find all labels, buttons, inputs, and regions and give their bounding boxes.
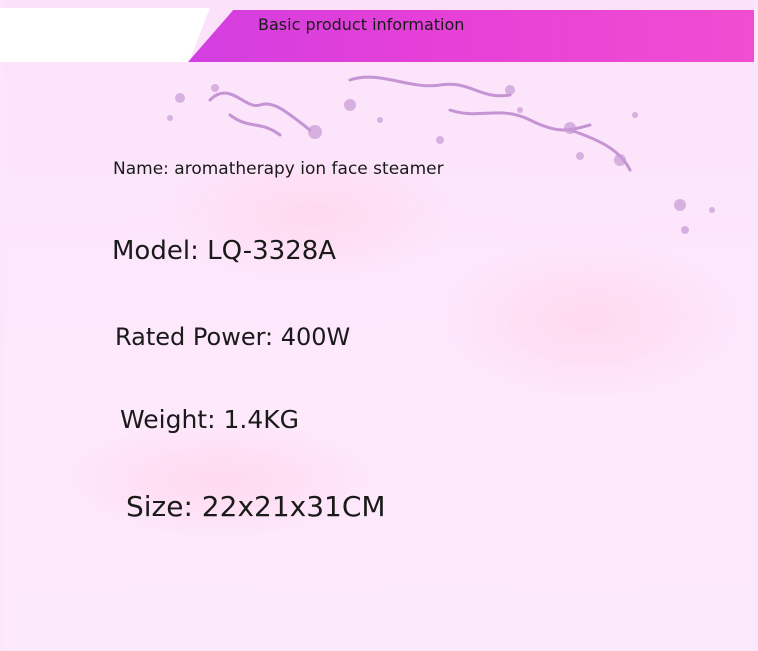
section-header: Basic product information [0, 0, 758, 64]
product-info-card: Basic product information Name: aromathe… [0, 0, 758, 651]
background-glow [440, 240, 740, 400]
product-model: Model: LQ-3328A [112, 236, 337, 266]
header-title: Basic product information [258, 15, 465, 34]
product-size: Size: 22x21x31CM [126, 490, 386, 523]
water-splash-decoration [167, 75, 715, 234]
product-weight: Weight: 1.4KG [120, 405, 299, 434]
header-white-tab [0, 8, 210, 62]
product-name: Name: aromatherapy ion face steamer [113, 159, 444, 179]
product-rated-power: Rated Power: 400W [115, 323, 351, 351]
